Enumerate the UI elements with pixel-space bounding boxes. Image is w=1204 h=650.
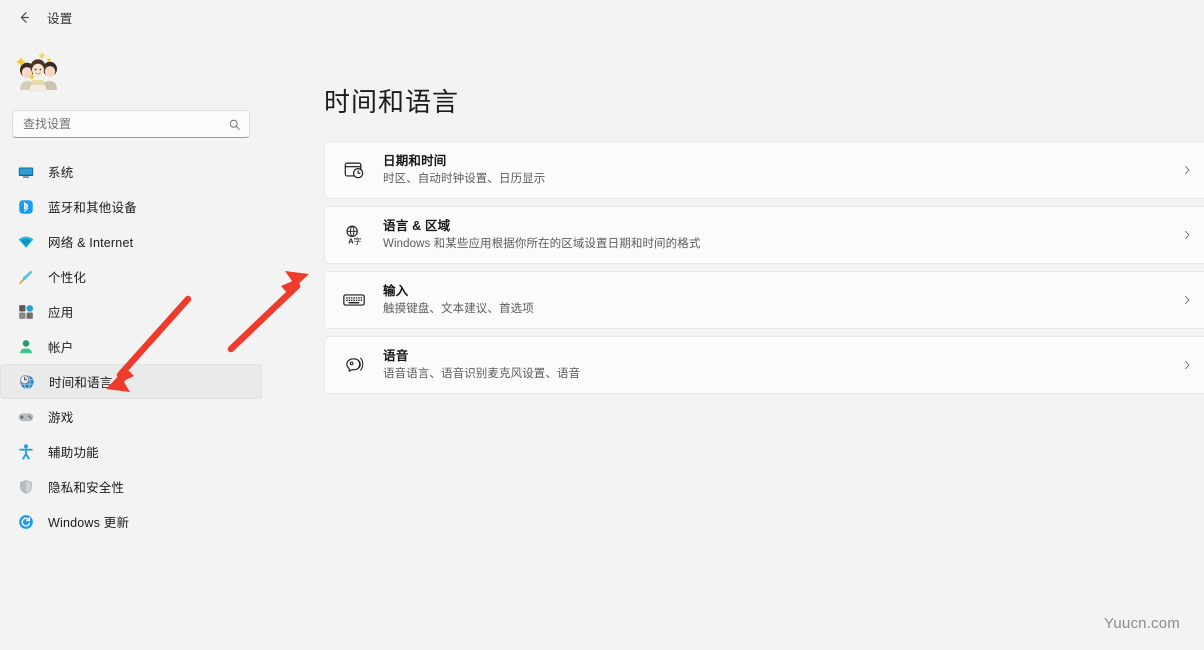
card-subtitle: 触摸键盘、文本建议、首选项: [383, 303, 534, 316]
sidebar-item-time-and-language[interactable]: 时间和语言: [0, 364, 262, 399]
sidebar-item-gaming[interactable]: 游戏: [0, 399, 262, 434]
card-text: 语言 & 区域 Windows 和某些应用根据你所在的区域设置日期和时间的格式: [383, 217, 1181, 254]
sidebar-item-label: 个性化: [48, 271, 87, 285]
card-title: 日期和时间: [383, 153, 447, 168]
sidebar-item-privacy-security[interactable]: 隐私和安全性: [0, 469, 262, 504]
card-text: 日期和时间 时区、自动时钟设置、日历显示: [383, 152, 1181, 189]
sidebar-item-label: 时间和语言: [49, 376, 113, 390]
speech-bubble-icon: [341, 352, 367, 378]
search-input[interactable]: [23, 117, 228, 131]
app-shell: 系统 蓝牙和其他设备: [0, 34, 1204, 650]
settings-card-speech[interactable]: 语音 语音语言、语音识别麦克风设置、语音: [324, 336, 1204, 394]
sidebar-item-label: 游戏: [48, 411, 74, 425]
clock-globe-icon: [17, 372, 37, 392]
apps-icon: [16, 302, 36, 322]
app-title: 设置: [47, 11, 73, 26]
sidebar-item-label: 帐户: [48, 341, 74, 355]
sidebar-item-label: 网络 & Internet: [48, 236, 134, 250]
back-arrow-icon[interactable]: [8, 3, 40, 31]
sidebar-nav: 系统 蓝牙和其他设备 网络 & Internet 个性化 应用 帐户 时间和语言…: [0, 154, 286, 539]
sidebar-item-accessibility[interactable]: 辅助功能: [0, 434, 262, 469]
card-title: 语音: [383, 348, 409, 363]
card-title: 输入: [383, 283, 409, 298]
sidebar-item-label: Windows 更新: [48, 516, 130, 530]
sidebar-item-bluetooth-devices[interactable]: 蓝牙和其他设备: [0, 189, 262, 224]
sidebar: 系统 蓝牙和其他设备: [0, 34, 286, 650]
sidebar-item-label: 蓝牙和其他设备: [48, 201, 137, 215]
sidebar-item-label: 应用: [48, 306, 74, 320]
accessibility-person-icon: [16, 442, 36, 462]
sidebar-item-system[interactable]: 系统: [0, 154, 262, 189]
sidebar-item-label: 系统: [48, 166, 74, 180]
page-title: 时间和语言: [324, 87, 460, 117]
account-person-icon: [16, 337, 36, 357]
sidebar-item-label: 辅助功能: [48, 446, 99, 460]
card-text: 语音 语音语言、语音识别麦克风设置、语音: [383, 347, 1181, 384]
sidebar-item-network-internet[interactable]: 网络 & Internet: [0, 224, 262, 259]
svg-text:字: 字: [354, 236, 362, 246]
card-text: 输入 触摸键盘、文本建议、首选项: [383, 282, 1181, 319]
card-subtitle: 时区、自动时钟设置、日历显示: [383, 173, 546, 186]
sidebar-item-apps[interactable]: 应用: [0, 294, 262, 329]
bluetooth-icon: [16, 197, 36, 217]
globe-translate-icon: A 字: [341, 222, 367, 248]
sidebar-item-label: 隐私和安全性: [48, 481, 125, 495]
watermark: Yuucn.com: [1103, 615, 1180, 632]
window-titlebar: 设置: [0, 0, 1204, 34]
monitor-icon: [16, 162, 36, 182]
sidebar-item-windows-update[interactable]: Windows 更新: [0, 504, 262, 539]
user-avatar-illustration[interactable]: [12, 44, 64, 96]
search-icon[interactable]: [228, 118, 241, 131]
card-title: 语言 & 区域: [383, 218, 451, 233]
search-box[interactable]: [12, 110, 250, 138]
sidebar-item-personalization[interactable]: 个性化: [0, 259, 262, 294]
settings-card-list: 日期和时间 时区、自动时钟设置、日历显示 A 字 语言 & 区域 Windows…: [324, 141, 1204, 394]
sidebar-item-accounts[interactable]: 帐户: [0, 329, 262, 364]
chevron-right-icon[interactable]: [1181, 229, 1193, 241]
settings-card-typing[interactable]: 输入 触摸键盘、文本建议、首选项: [324, 271, 1204, 329]
keyboard-icon: [341, 287, 367, 313]
chevron-right-icon[interactable]: [1181, 164, 1193, 176]
shield-icon: [16, 477, 36, 497]
settings-card-date-time[interactable]: 日期和时间 时区、自动时钟设置、日历显示: [324, 141, 1204, 199]
wifi-icon: [16, 232, 36, 252]
update-refresh-icon: [16, 512, 36, 532]
settings-card-language-region[interactable]: A 字 语言 & 区域 Windows 和某些应用根据你所在的区域设置日期和时间…: [324, 206, 1204, 264]
chevron-right-icon[interactable]: [1181, 359, 1193, 371]
main-content: 时间和语言 日期和时间 时区、自动时钟设置、日历显示 A 字 语言 & 区域 W…: [286, 34, 1204, 650]
card-subtitle: 语音语言、语音识别麦克风设置、语音: [383, 368, 581, 381]
card-subtitle: Windows 和某些应用根据你所在的区域设置日期和时间的格式: [383, 238, 701, 251]
search-container: [12, 110, 274, 138]
calendar-clock-icon: [341, 157, 367, 183]
chevron-right-icon[interactable]: [1181, 294, 1193, 306]
paintbrush-icon: [16, 267, 36, 287]
gamepad-icon: [16, 407, 36, 427]
